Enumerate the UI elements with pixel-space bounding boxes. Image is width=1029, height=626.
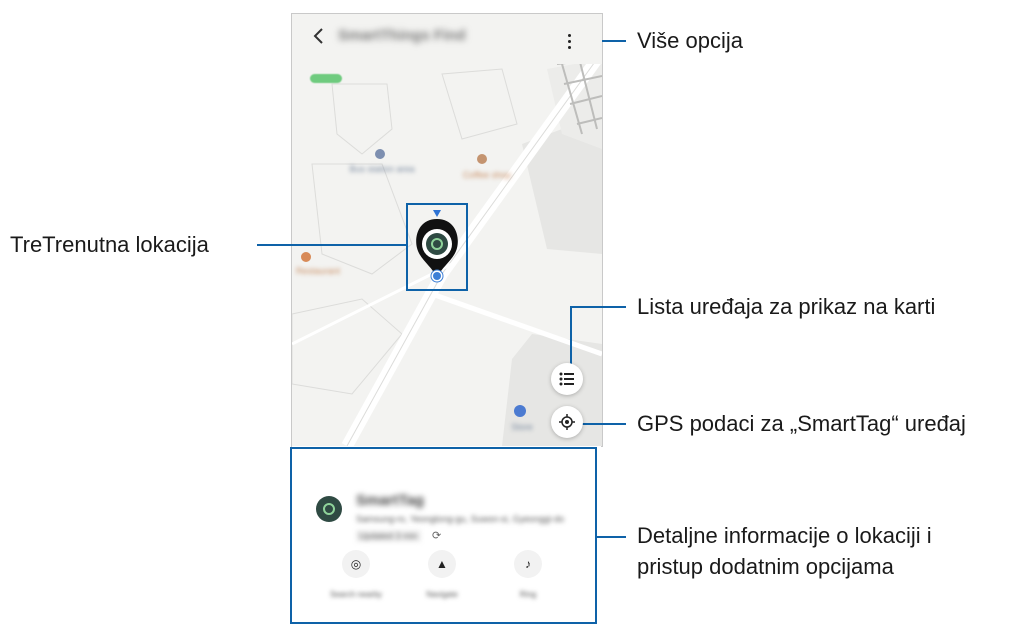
callout-current-location: TreTrenutna lokacija (10, 232, 209, 257)
poi-label: Coffee shop (462, 170, 512, 180)
callout-details-line2: pristup dodatnim opcijama (637, 554, 894, 579)
details-highlight (290, 447, 597, 624)
chevron-left-icon (313, 28, 323, 44)
callout-line-gps (578, 423, 626, 425)
callout-line-location (257, 244, 406, 246)
callout-gps: GPS podaci za „SmartTag“ uređaj (637, 411, 966, 436)
back-button[interactable] (308, 25, 330, 51)
poi-label: Bus station area (349, 164, 415, 174)
map-status-pill (310, 74, 342, 83)
app-title: SmartThings Find (338, 27, 466, 44)
poi-label: Store (511, 422, 533, 432)
callout-more-options: Više opcija (637, 28, 743, 53)
poi-label: Restaurant (296, 266, 341, 276)
more-options-button[interactable] (562, 26, 576, 52)
callout-line-list-h (570, 306, 626, 308)
more-vertical-icon (567, 34, 571, 37)
callout-line-list-v (570, 306, 572, 368)
gps-locate-button[interactable] (551, 406, 583, 438)
app-bar: SmartThings Find (292, 14, 602, 64)
callout-line-details (597, 536, 626, 538)
locate-icon (559, 414, 575, 430)
current-location-highlight (406, 203, 468, 291)
list-icon (559, 372, 574, 386)
device-list-button[interactable] (551, 363, 583, 395)
callout-device-list: Lista uređaja za prikaz na karti (637, 294, 936, 319)
callout-details-line1: Detaljne informacije o lokaciji i (637, 523, 932, 548)
